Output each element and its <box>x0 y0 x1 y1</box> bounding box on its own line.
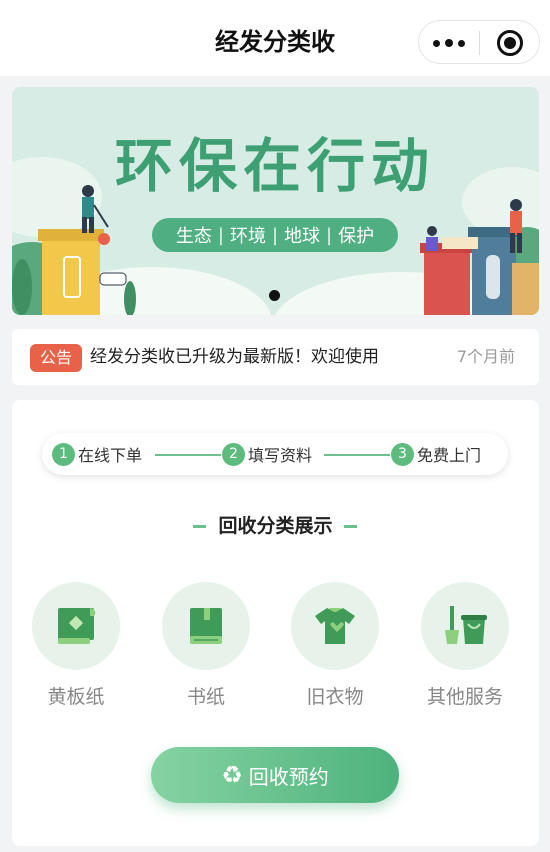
category-icon-circle <box>32 582 120 670</box>
trash-tools-icon <box>445 606 487 644</box>
banner-tag: 地球 <box>284 226 321 247</box>
step-label: 在线下单 <box>78 446 143 465</box>
order-steps: 1 在线下单 2 填写资料 3 免费上门 <box>42 433 508 475</box>
step-number: 1 <box>52 442 75 466</box>
book-icon <box>190 608 222 644</box>
banner-title: 环保在行动 <box>114 132 435 200</box>
banner-tag: 保护 <box>338 226 375 247</box>
category-icon-circle <box>291 582 379 670</box>
step-label: 填写资料 <box>248 446 313 465</box>
mini-program-capsule <box>418 20 540 64</box>
step-number: 2 <box>222 442 245 466</box>
step-number: 3 <box>391 442 414 466</box>
cardboard-icon <box>58 608 96 644</box>
section-title: 回收分类展示 <box>218 515 333 537</box>
category-book-paper[interactable]: 书纸 <box>151 582 261 710</box>
category-label: 其他服务 <box>426 686 503 708</box>
banner-tag: 生态 <box>175 226 212 247</box>
section-title-bar-right <box>344 525 357 528</box>
step-online-order: 1 在线下单 <box>52 442 142 466</box>
close-target-icon[interactable] <box>497 30 523 56</box>
category-label: 书纸 <box>186 686 225 708</box>
step-connector <box>155 454 221 456</box>
category-other-services[interactable]: 其他服务 <box>410 582 520 710</box>
step-free-pickup: 3 免费上门 <box>391 442 481 466</box>
notice-bar[interactable]: 公告 经发分类收已升级为最新版！欢迎使用 7个月前 <box>12 329 539 385</box>
category-old-clothes[interactable]: 旧衣物 <box>280 582 390 710</box>
category-icon-circle <box>162 582 250 670</box>
banner-tag: 环境 <box>229 226 266 247</box>
more-options-icon[interactable] <box>419 21 479 65</box>
category-label: 黄板纸 <box>47 686 105 708</box>
carousel-indicator[interactable] <box>269 290 280 301</box>
recycle-card: 1 在线下单 2 填写资料 3 免费上门 回收分类展示 黄板纸 书纸 旧衣物 其… <box>12 400 539 846</box>
category-cardboard[interactable]: 黄板纸 <box>21 582 131 710</box>
notice-time: 7个月前 <box>456 347 515 366</box>
recycle-booking-button[interactable]: ♻ 回收预约 <box>151 747 399 803</box>
button-label: 回收预约 <box>248 764 329 789</box>
step-label: 免费上门 <box>417 446 482 465</box>
step-connector <box>324 454 390 456</box>
capsule-divider <box>479 31 480 55</box>
notice-badge: 公告 <box>30 344 82 372</box>
notice-text[interactable]: 经发分类收已升级为最新版！欢迎使用 <box>90 343 379 371</box>
nav-bar: 经发分类收 <box>0 0 550 76</box>
recycle-icon: ♻ <box>221 761 243 789</box>
clothes-icon <box>315 608 355 644</box>
banner-tags: 生态 | 环境 | 地球 | 保护 <box>152 218 398 252</box>
step-fill-info: 2 填写资料 <box>222 442 312 466</box>
category-label: 旧衣物 <box>306 686 364 708</box>
category-icon-circle <box>421 582 509 670</box>
